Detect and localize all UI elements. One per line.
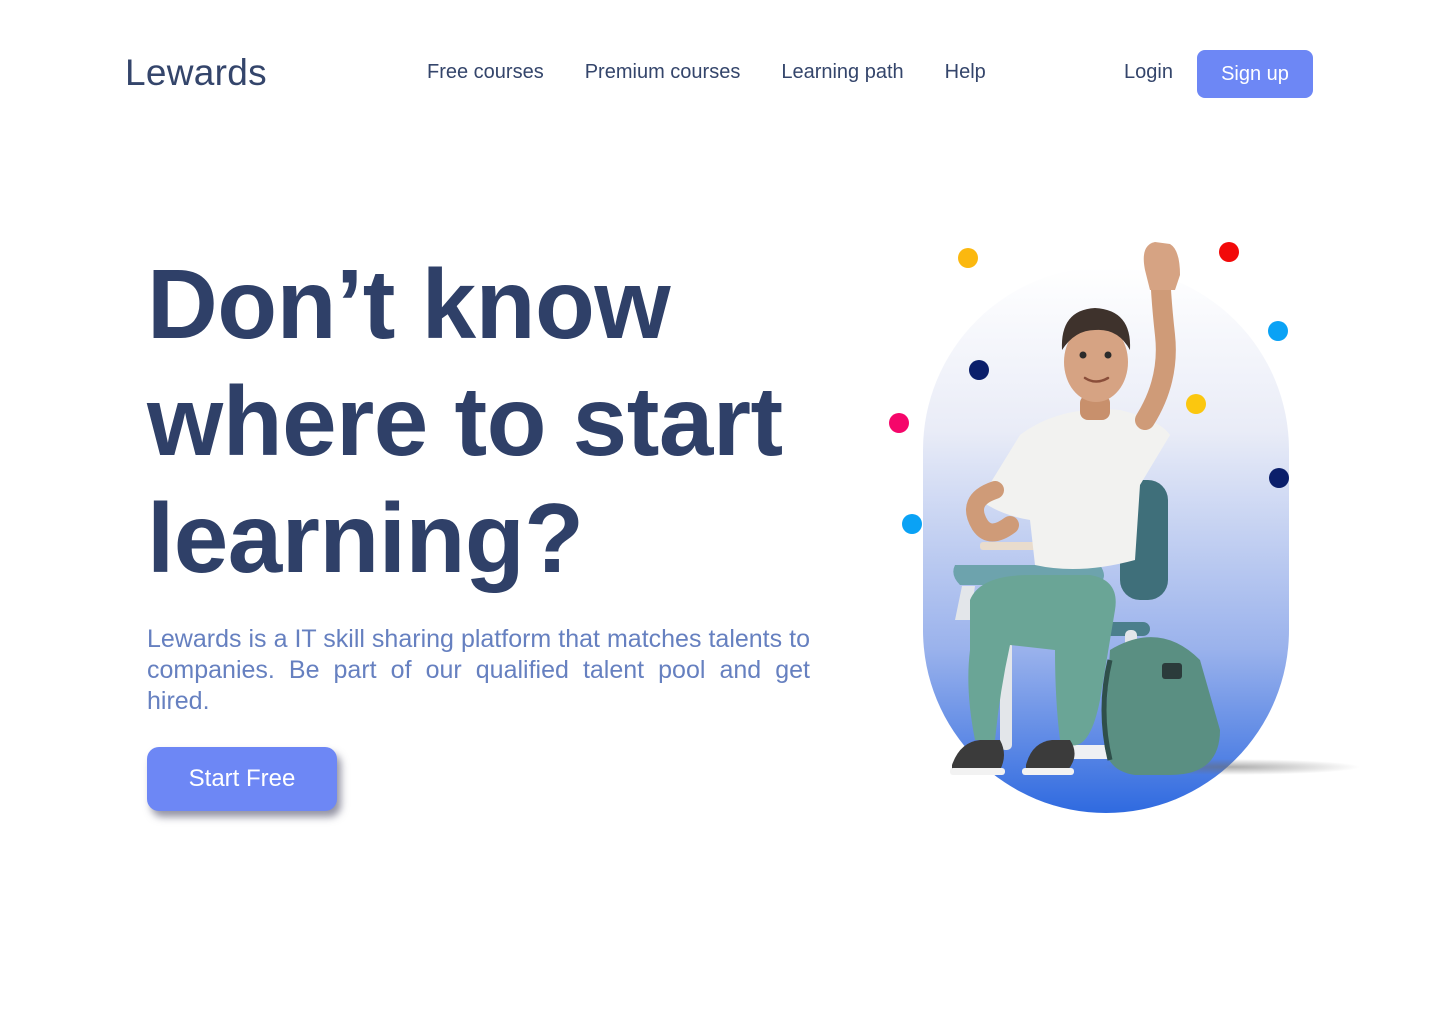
login-link[interactable]: Login — [1124, 61, 1173, 84]
confetti-dot — [1219, 242, 1239, 262]
confetti-dot — [958, 248, 978, 268]
nav-learning-path[interactable]: Learning path — [781, 61, 903, 84]
signup-button[interactable]: Sign up — [1197, 50, 1313, 98]
hero-headline: Don’t know where to start learning? — [147, 246, 867, 597]
nav-free-courses[interactable]: Free courses — [427, 61, 544, 84]
hero-description: Lewards is a IT skill sharing platform t… — [147, 625, 810, 715]
start-free-button[interactable]: Start Free — [147, 747, 337, 811]
logo[interactable]: Lewards — [125, 52, 267, 94]
confetti-dot — [902, 514, 922, 534]
headline-line-2: where to start — [147, 366, 783, 476]
landing-page: Lewards Free courses Premium courses Lea… — [0, 0, 1440, 1024]
nav-help[interactable]: Help — [945, 61, 986, 84]
student-illustration — [870, 230, 1370, 830]
confetti-dot — [1186, 394, 1206, 414]
raised-hand — [1143, 242, 1180, 290]
headline-line-1: Don’t know — [147, 249, 671, 359]
main-nav: Free courses Premium courses Learning pa… — [427, 61, 986, 84]
headline-line-3: learning? — [147, 483, 584, 593]
confetti-dot — [1269, 468, 1289, 488]
confetti-dot — [1268, 321, 1288, 341]
confetti-dot — [889, 413, 909, 433]
nav-premium-courses[interactable]: Premium courses — [585, 61, 741, 84]
student-raising-hand-image — [889, 242, 1360, 813]
confetti-dot — [969, 360, 989, 380]
